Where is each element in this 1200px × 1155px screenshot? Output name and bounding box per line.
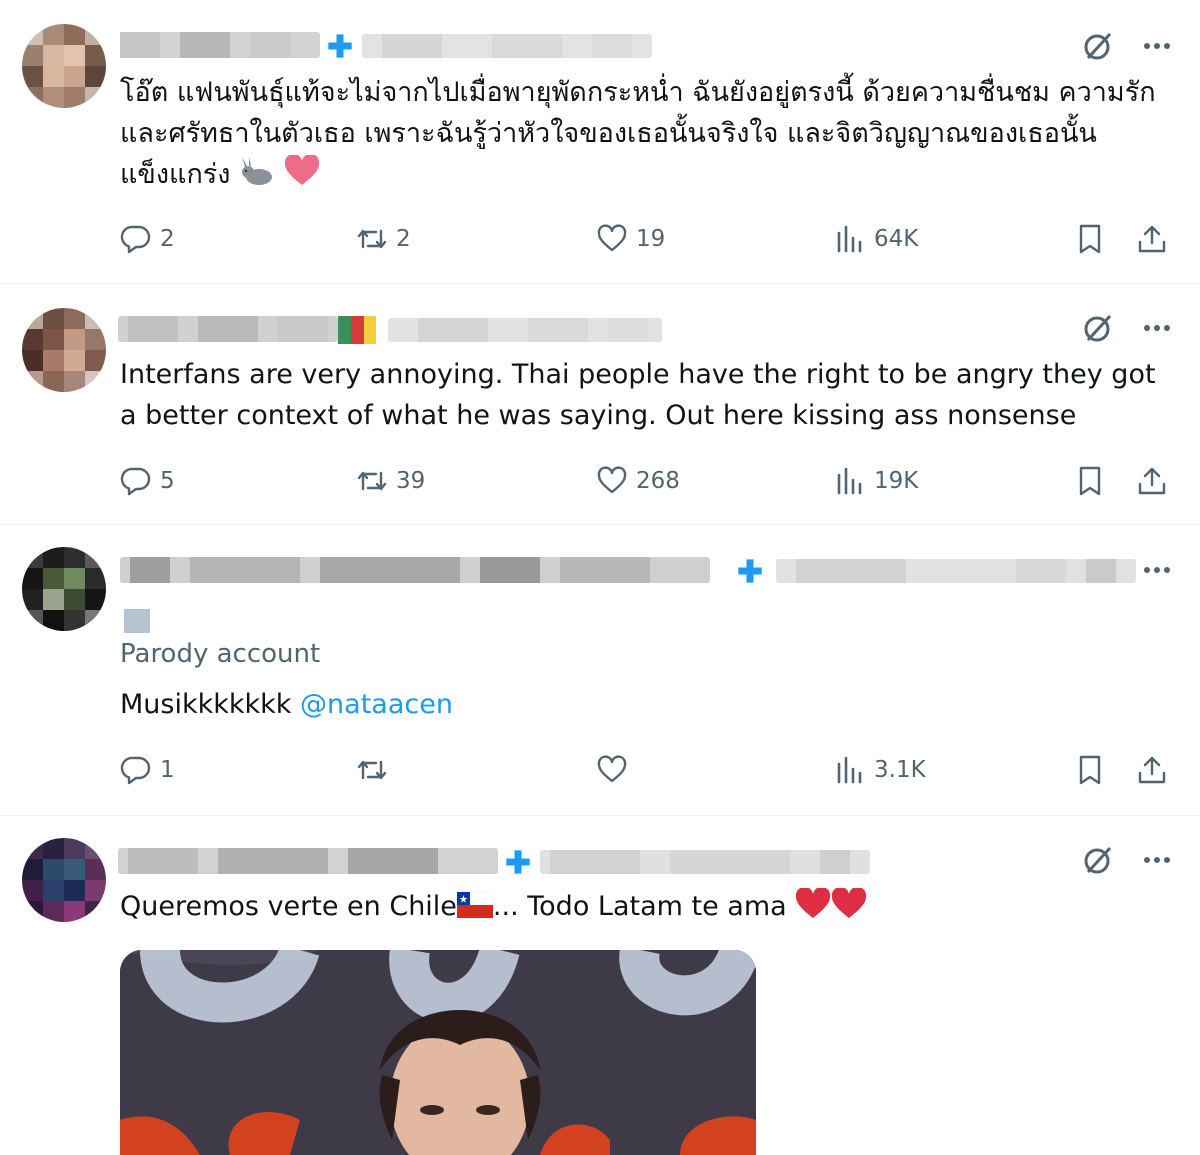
flag-emoji-blurred (338, 316, 376, 344)
like-button[interactable]: 19 (596, 219, 665, 259)
handle-blurred (362, 34, 652, 58)
views-count: 64K (874, 226, 919, 252)
like-icon (597, 466, 627, 494)
more-icon[interactable] (1142, 845, 1172, 875)
reply-icon (120, 756, 151, 785)
share-icon (1138, 467, 1166, 495)
handle-blurred (540, 850, 870, 874)
tweet-text: Interfans are very annoying. Thai people… (120, 359, 1156, 431)
views-icon (837, 756, 862, 784)
share-icon (1138, 756, 1166, 784)
reply-icon (120, 225, 151, 254)
share-button[interactable] (1136, 461, 1168, 501)
handle-blurred (388, 318, 662, 342)
bookmark-icon (1079, 755, 1101, 785)
verified-badge-icon (328, 34, 352, 58)
tweet-text-content: Musikkkkkkk (120, 689, 292, 720)
like-button[interactable] (596, 750, 628, 790)
repost-button[interactable]: 39 (356, 461, 425, 501)
views-icon (837, 467, 862, 495)
tweet-text: Musikkkkkkk @nataacen (120, 684, 1170, 725)
reply-button[interactable]: 5 (120, 461, 175, 501)
rabbit-emoji (239, 157, 275, 187)
tweet-media-image[interactable] (120, 950, 756, 1155)
display-name-blurred[interactable] (120, 557, 710, 583)
views-button[interactable]: 19K (834, 461, 918, 501)
mention-link[interactable]: @nataacen (300, 689, 453, 720)
reply-button[interactable]: 2 (120, 219, 175, 259)
red-heart-emoji (831, 886, 867, 920)
grok-icon[interactable] (1082, 844, 1114, 876)
verified-badge-icon (506, 850, 530, 874)
like-button[interactable]: 268 (596, 461, 680, 501)
chile-flag-emoji (456, 889, 494, 918)
like-icon (597, 755, 627, 783)
tweet-2[interactable]: Interfans are very annoying. Thai people… (0, 284, 1200, 524)
more-icon[interactable] (1142, 313, 1172, 343)
views-button[interactable]: 3.1K (834, 750, 926, 790)
views-icon (837, 225, 862, 253)
share-button[interactable] (1136, 750, 1168, 790)
avatar[interactable] (22, 308, 106, 392)
views-count: 3.1K (874, 757, 926, 783)
repost-count: 2 (396, 226, 411, 252)
display-name-blurred[interactable] (120, 32, 320, 58)
reply-icon (120, 467, 151, 496)
tweet-3[interactable]: Parody account Musikkkkkkk @nataacen 1 3… (0, 525, 1200, 815)
tweet-actions: 5 39 268 19K (120, 461, 1180, 501)
tweet-text-content-2: ... Todo Latam te ama (492, 891, 787, 922)
reply-button[interactable]: 1 (120, 750, 175, 790)
repost-button[interactable]: 2 (356, 219, 411, 259)
like-count: 19 (636, 226, 666, 252)
bookmark-button[interactable] (1074, 461, 1106, 501)
tweet-text-content: โอ๊ต แฟนพันธุ์แท้จะไม่จากไปเมื่อพายุพัดก… (120, 77, 1156, 190)
avatar[interactable] (22, 838, 106, 922)
verified-badge-blurred (124, 609, 150, 633)
like-icon (597, 224, 627, 252)
pink-heart-emoji (284, 153, 320, 187)
more-icon[interactable] (1142, 31, 1172, 61)
repost-count: 39 (396, 468, 426, 494)
like-count: 268 (636, 468, 680, 494)
bookmark-button[interactable] (1074, 750, 1106, 790)
grok-icon[interactable] (1082, 30, 1114, 62)
tweet-text-content: Queremos verte en Chile (120, 891, 457, 922)
repost-button[interactable] (356, 750, 388, 790)
grok-icon[interactable] (1082, 312, 1114, 344)
display-name-blurred[interactable] (118, 316, 338, 342)
repost-icon (357, 229, 387, 249)
reply-count: 2 (160, 226, 175, 252)
reply-count: 5 (160, 468, 175, 494)
bookmark-icon (1079, 224, 1101, 254)
repost-icon (357, 760, 387, 780)
reply-count: 1 (160, 757, 175, 783)
share-icon (1138, 225, 1166, 253)
tweet-text: Queremos verte en Chile ... Todo Latam t… (120, 886, 1170, 927)
bookmark-icon (1079, 466, 1101, 496)
verified-badge-icon (738, 559, 762, 583)
parody-account-label: Parody account (120, 639, 321, 669)
views-button[interactable]: 64K (834, 219, 918, 259)
bookmark-button[interactable] (1074, 219, 1106, 259)
repost-icon (357, 471, 387, 491)
handle-blurred (776, 559, 1136, 583)
media-photo (120, 950, 756, 1155)
tweet-actions: 2 2 19 64K (120, 219, 1180, 259)
tweet-1[interactable]: โอ๊ต แฟนพันธุ์แท้จะไม่จากไปเมื่อพายุพัดก… (0, 0, 1200, 282)
red-heart-emoji (795, 886, 831, 920)
avatar[interactable] (22, 24, 106, 108)
more-icon[interactable] (1142, 555, 1172, 585)
display-name-blurred[interactable] (118, 848, 498, 874)
tweet-actions: 1 3.1K (120, 750, 1180, 790)
views-count: 19K (874, 468, 919, 494)
share-button[interactable] (1136, 219, 1168, 259)
tweet-text: โอ๊ต แฟนพันธุ์แท้จะไม่จากไปเมื่อพายุพัดก… (120, 72, 1170, 195)
avatar[interactable] (22, 547, 106, 631)
